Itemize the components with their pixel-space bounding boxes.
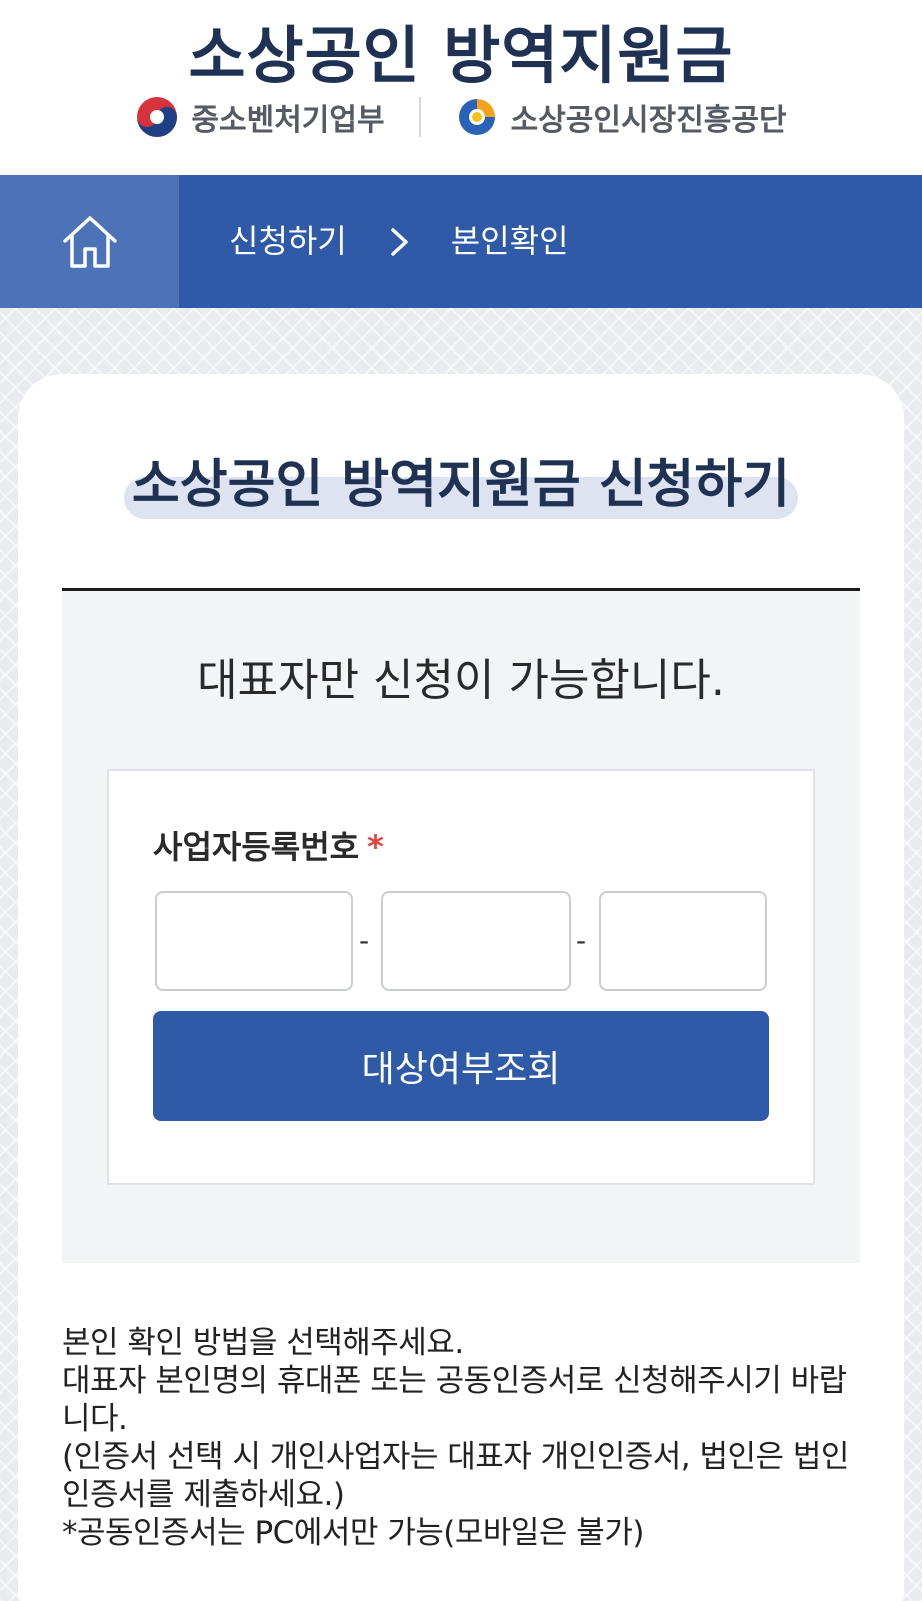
verification-panel: 대표자만 신청이 가능합니다. 사업자등록번호 * - - 대상여부조회 [62,591,860,1263]
site-title: 소상공인 방역지원금 [188,19,734,92]
semas-logo-icon [455,95,499,139]
required-mark: * [367,828,384,866]
help-line: (인증서 선택 시 개인사업자는 대표자 개인인증서, 법인은 법인인증서를 제… [62,1439,849,1513]
business-number-part2-input[interactable] [381,891,571,991]
org-divider [418,97,421,137]
taegeuk-logo-icon [135,95,179,139]
business-number-label: 사업자등록번호 * [153,827,384,867]
dash-separator: - [576,924,587,957]
help-text: 본인 확인 방법을 선택해주세요. 대표자 본인명의 휴대폰 또는 공동인증서로… [62,1324,862,1552]
org-mss: 중소벤처기업부 [135,95,385,139]
application-card: 소상공인 방역지원금 신청하기 대표자만 신청이 가능합니다. 사업자등록번호 *… [18,374,904,1601]
site-header: 소상공인 방역지원금 중소벤처기업부 소상공인시장진흥공단 [0,0,922,175]
dash-separator: - [359,924,370,957]
business-number-part3-input[interactable] [599,891,767,991]
help-line: 대표자 본인명의 휴대폰 또는 공동인증서로 신청해주시기 바랍니다. [62,1363,847,1437]
help-line: 본인 확인 방법을 선택해주세요. [62,1325,464,1361]
business-number-label-text: 사업자등록번호 [153,828,360,866]
org-semas: 소상공인시장진흥공단 [455,95,787,139]
chevron-right-icon [389,226,411,258]
business-number-part1-input[interactable] [155,891,353,991]
breadcrumb-nav: 신청하기 본인확인 [0,175,922,308]
help-line: *공동인증서는 PC에서만 가능(모바일은 불가) [62,1515,644,1551]
card-title: 소상공인 방역지원금 신청하기 [131,455,791,515]
home-button[interactable] [0,175,179,308]
org-logos: 중소벤처기업부 소상공인시장진흥공단 [0,92,922,142]
representative-notice: 대표자만 신청이 가능합니다. [197,655,725,706]
org-mss-name: 중소벤처기업부 [191,103,385,138]
home-icon [62,215,117,268]
breadcrumb-identity-verification: 본인확인 [450,222,569,260]
eligibility-check-button[interactable]: 대상여부조회 [153,1011,769,1121]
business-number-form: 사업자등록번호 * - - 대상여부조회 [107,769,815,1185]
org-semas-name: 소상공인시장진흥공단 [510,103,787,138]
breadcrumb-apply[interactable]: 신청하기 [229,175,347,308]
